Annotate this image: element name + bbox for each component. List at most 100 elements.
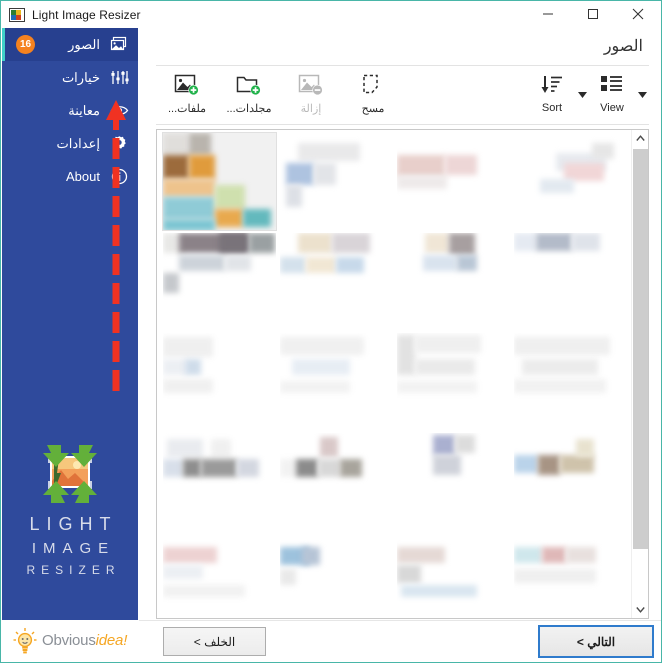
thumbnail-pixel-block — [296, 459, 318, 477]
grid-thumbnail[interactable] — [280, 233, 393, 330]
toolbar: ملفات... مجلدات... إزالة مسح Sort View — [156, 68, 649, 123]
thumbnail-pixel-block — [163, 219, 215, 230]
minimize-button[interactable] — [525, 1, 570, 27]
clear-button[interactable]: مسح — [342, 68, 404, 120]
grid-thumbnail[interactable] — [514, 533, 627, 618]
thumbnail-pixel-block — [566, 547, 596, 563]
thumbnail-pixel-block — [225, 255, 251, 271]
scroll-down-arrow-icon[interactable] — [632, 601, 648, 618]
grid-scrollbar[interactable] — [631, 130, 648, 618]
thumbnail-pixel-block — [538, 455, 560, 475]
thumbnail-pixel-block — [336, 257, 364, 273]
grid-thumbnail[interactable] — [397, 533, 510, 618]
thumbnail-pixel-block — [163, 273, 179, 293]
thumbnail-pixel-block — [425, 233, 449, 253]
thumbnail-pixel-block — [397, 335, 415, 375]
grid-thumbnail[interactable] — [397, 133, 510, 230]
view-dropdown-chevron-down-icon[interactable] — [635, 68, 649, 120]
toolbar-divider — [156, 124, 649, 125]
thumbnail-pixel-block — [514, 455, 538, 473]
sort-dropdown-chevron-down-icon[interactable] — [575, 68, 589, 120]
vendor-name-part1: Obvious — [42, 632, 96, 649]
image-grid[interactable] — [157, 130, 631, 618]
sidebar-item-label: إعدادات — [56, 135, 100, 151]
thumbnail-pixel-block — [249, 233, 275, 253]
thumbnail-pixel-block — [449, 233, 475, 255]
grid-thumbnail[interactable] — [163, 433, 276, 530]
thumbnail-pixel-block — [179, 255, 225, 271]
thumbnail-pixel-block — [522, 359, 598, 375]
scrollbar-thumb[interactable] — [633, 149, 648, 549]
close-button[interactable] — [615, 1, 660, 27]
thumbnail-pixel-block — [167, 439, 203, 457]
sidebar-item-label: معاينة — [68, 102, 100, 118]
thumbnail-pixel-block — [243, 209, 271, 227]
grid-thumbnail[interactable] — [397, 333, 510, 430]
grid-thumbnail[interactable] — [280, 133, 393, 230]
sort-label: Sort — [541, 102, 563, 114]
grid-thumbnail[interactable] — [163, 333, 276, 430]
thumbnail-pixel-block — [237, 459, 259, 477]
add-files-button[interactable]: ملفات... — [156, 68, 218, 120]
thumbnail-pixel-block — [433, 455, 461, 475]
grid-thumbnail[interactable] — [514, 133, 627, 230]
view-button[interactable]: View — [589, 68, 635, 120]
thumbnail-pixel-block — [280, 337, 364, 355]
sort-button[interactable]: Sort — [529, 68, 575, 120]
maximize-button[interactable] — [570, 1, 615, 27]
grid-thumbnail[interactable] — [162, 132, 277, 231]
thumbnail-pixel-block — [415, 359, 475, 375]
thumbnail-pixel-block — [280, 381, 350, 393]
grid-thumbnail[interactable] — [514, 333, 627, 430]
product-logo-line-3: RESIZER — [26, 563, 121, 577]
thumbnail-pixel-block — [163, 459, 183, 477]
sidebar-item-label: About — [66, 169, 100, 184]
thumbnail-pixel-block — [572, 233, 600, 251]
thumbnail-pixel-block — [215, 209, 243, 227]
thumbnail-pixel-block — [542, 547, 566, 563]
grid-thumbnail[interactable] — [280, 333, 393, 430]
thumbnail-pixel-block — [314, 163, 336, 185]
scroll-up-arrow-icon[interactable] — [632, 130, 648, 147]
sidebar: الصور 16 خيارات معاينة إعدادات About LIG… — [2, 28, 138, 622]
grid-thumbnail[interactable] — [163, 233, 276, 330]
thumbnail-pixel-block — [163, 379, 213, 393]
grid-thumbnail[interactable] — [397, 433, 510, 530]
sidebar-item-images[interactable]: الصور 16 — [2, 28, 138, 61]
thumbnail-pixel-block — [340, 459, 362, 477]
page-title: الصور — [603, 38, 643, 55]
thumbnail-pixel-block — [286, 163, 314, 185]
grid-thumbnail[interactable] — [280, 533, 393, 618]
thumbnail-pixel-block — [163, 337, 213, 357]
toolbar-button-label: مسح — [361, 103, 385, 115]
vendor-name: Obviousidea! — [42, 632, 127, 649]
sidebar-item-label: خيارات — [61, 69, 100, 85]
thumbnail-pixel-block — [219, 233, 249, 253]
grid-thumbnail[interactable] — [397, 233, 510, 330]
thumbnail-pixel-block — [514, 337, 610, 355]
thumbnail-pixel-block — [215, 185, 245, 209]
lightbulb-icon — [12, 627, 38, 655]
add-folders-button[interactable]: مجلدات... — [218, 68, 280, 120]
back-button[interactable]: الخلف > — [163, 627, 266, 656]
sidebar-item-options[interactable]: خيارات — [2, 61, 138, 94]
thumbnail-pixel-block — [280, 257, 306, 273]
grid-thumbnail[interactable] — [514, 233, 627, 330]
window-controls — [525, 1, 660, 27]
thumbnail-pixel-block — [457, 255, 477, 271]
next-button[interactable]: التالي > — [538, 625, 654, 658]
grid-thumbnail[interactable] — [280, 433, 393, 530]
thumbnail-pixel-block — [163, 197, 215, 219]
thumbnail-pixel-block — [433, 435, 455, 455]
thumbnail-pixel-block — [189, 133, 211, 155]
images-count-badge: 16 — [16, 35, 35, 54]
thumbnail-pixel-block — [211, 439, 231, 457]
remove-button[interactable]: إزالة — [280, 68, 342, 120]
sort-control: Sort — [529, 68, 589, 120]
thumbnail-pixel-block — [298, 143, 360, 161]
thumbnail-pixel-block — [280, 459, 296, 477]
thumbnail-pixel-block — [306, 257, 336, 273]
grid-thumbnail[interactable] — [163, 533, 276, 618]
grid-thumbnail[interactable] — [514, 433, 627, 530]
thumbnail-pixel-block — [292, 359, 350, 375]
